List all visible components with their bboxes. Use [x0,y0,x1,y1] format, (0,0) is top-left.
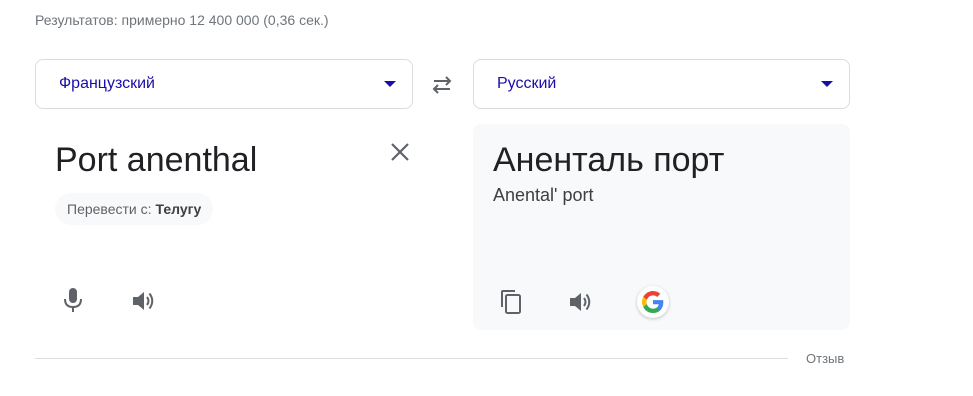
detected-language: Телугу [155,201,202,217]
close-icon [391,143,409,161]
source-language-label: Французский [59,75,155,92]
target-language-label: Русский [497,75,557,92]
copy-icon [501,290,521,314]
microphone-button[interactable] [57,284,89,316]
clear-text-button[interactable] [389,141,411,163]
speaker-icon [570,293,591,311]
divider [35,358,788,359]
swap-languages-button[interactable] [425,70,459,100]
source-language-select[interactable]: Французский [35,59,413,109]
swap-icon [432,76,452,94]
feedback-link[interactable]: Отзыв [806,351,844,366]
chevron-down-icon [821,81,833,87]
target-listen-button[interactable] [565,286,597,318]
source-panel: Port anenthal Перевести с: Телугу [35,124,413,330]
detected-language-chip[interactable]: Перевести с: Телугу [55,193,214,225]
detect-prefix: Перевести с: [67,201,152,217]
translate-widget: Результатов: примерно 12 400 000 (0,36 с… [0,0,973,396]
open-google-translate-button[interactable] [637,286,669,318]
target-language-select[interactable]: Русский [473,59,850,109]
copy-button[interactable] [495,286,527,318]
speaker-icon [133,292,154,310]
source-text[interactable]: Port anenthal [55,138,257,182]
target-panel: Аненталь порт Anental' port [473,124,850,330]
google-logo-icon [642,291,664,313]
results-stats: Результатов: примерно 12 400 000 (0,36 с… [35,12,329,28]
source-listen-button[interactable] [128,285,160,317]
transliteration-text: Anental' port [493,185,594,205]
translation-text: Аненталь порт [493,141,725,179]
microphone-icon [64,288,82,312]
chevron-down-icon [384,81,396,87]
